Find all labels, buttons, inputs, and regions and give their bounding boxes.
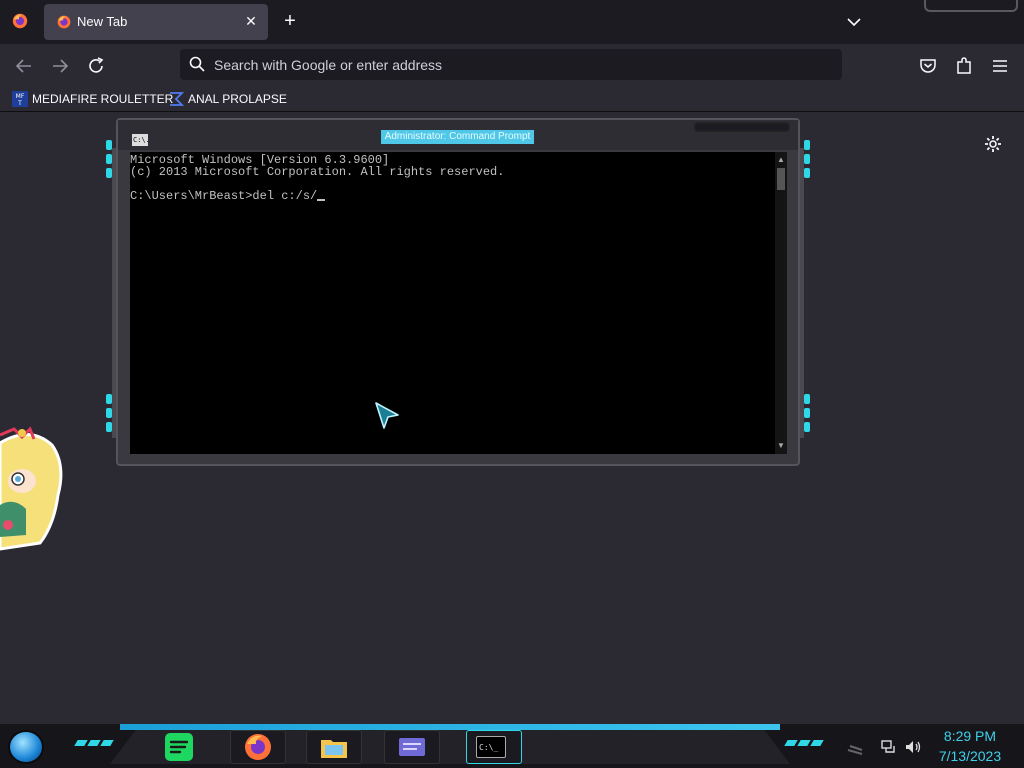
theme-ornament	[924, 0, 1018, 12]
forward-arrow-icon[interactable]	[48, 54, 72, 78]
svg-text:T: T	[17, 100, 22, 107]
console-line: (c) 2013 Microsoft Corporation. All righ…	[130, 165, 505, 179]
left-bottom-lights	[106, 394, 112, 436]
mouse-cursor-icon	[375, 402, 399, 429]
start-button[interactable]	[8, 730, 44, 764]
bookmark-label: ANAL PROLAPSE	[188, 92, 287, 106]
console-command: C:\Users\MrBeast>del c:/s/	[130, 189, 318, 203]
search-icon	[189, 56, 205, 72]
dock-left-lights	[74, 740, 114, 746]
address-bar[interactable]	[180, 49, 842, 80]
cartoon-character-sticker	[0, 426, 63, 551]
extensions-icon[interactable]	[952, 54, 976, 78]
scrollbar[interactable]: ▲ ▼	[775, 152, 787, 454]
sigma-icon	[170, 92, 184, 106]
firefox-icon[interactable]	[243, 732, 273, 762]
mft-icon: MF T	[12, 91, 28, 107]
tab-close-icon[interactable]: ✕	[242, 12, 260, 30]
bookmark-mediafire-rouletter[interactable]: MF T MEDIAFIRE ROULETTER	[12, 89, 173, 109]
file-explorer-icon[interactable]	[319, 732, 349, 762]
pocket-icon[interactable]	[916, 54, 940, 78]
svg-text:MF: MF	[16, 93, 25, 100]
text-caret	[317, 199, 326, 201]
command-prompt-icon[interactable]: C:\_	[476, 736, 506, 758]
left-top-lights	[106, 140, 112, 182]
command-prompt-icon: C:\.	[132, 134, 150, 146]
bookmarks-toolbar: MF T MEDIAFIRE ROULETTER ANAL PROLAPSE	[0, 86, 1024, 112]
tray-overflow-icon[interactable]	[846, 738, 864, 756]
right-bottom-lights	[804, 394, 810, 436]
taskbar-accent-strip	[120, 724, 780, 730]
bookmark-anal-prolapse[interactable]: ANAL PROLAPSE	[168, 89, 287, 109]
command-prompt-window[interactable]: C:\. Microsoft Windows [Version 6.3.9600…	[106, 118, 810, 466]
window-title: Administrator: Command Prompt	[381, 130, 534, 144]
titlebar-ornament	[694, 122, 790, 132]
back-arrow-icon[interactable]	[12, 54, 36, 78]
scroll-down-arrow-icon[interactable]: ▼	[775, 440, 787, 452]
firefox-view-icon[interactable]	[11, 12, 29, 30]
chevron-down-icon[interactable]	[843, 11, 865, 33]
scroll-up-arrow-icon[interactable]: ▲	[775, 154, 787, 166]
taskbar-dock	[110, 728, 790, 764]
scrollbar-thumb[interactable]	[777, 168, 785, 190]
reload-icon[interactable]	[84, 54, 108, 78]
gear-icon[interactable]	[983, 134, 1003, 154]
network-icon[interactable]	[880, 738, 898, 756]
clock-date[interactable]: 7/13/2023	[920, 748, 1020, 764]
tab-title: New Tab	[77, 14, 128, 29]
dock-right-lights	[784, 740, 824, 746]
right-top-lights	[804, 140, 810, 182]
menu-icon[interactable]	[988, 54, 1012, 78]
clock-time[interactable]: 8:29 PM	[920, 728, 1020, 744]
cmd-icon-text: C:\_	[479, 743, 499, 752]
tab-bar: New Tab ✕ +	[0, 0, 1024, 44]
firefox-icon	[57, 15, 71, 29]
control-panel-icon[interactable]	[397, 732, 427, 762]
spotify-icon[interactable]	[164, 732, 194, 762]
new-tab-button[interactable]: +	[279, 10, 301, 32]
console-prompt-line[interactable]: C:\Users\MrBeast>del c:/s/	[130, 189, 326, 203]
bookmark-label: MEDIAFIRE ROULETTER	[32, 92, 174, 106]
search-input[interactable]	[214, 53, 814, 76]
tab-new-tab[interactable]: New Tab ✕	[44, 4, 268, 40]
